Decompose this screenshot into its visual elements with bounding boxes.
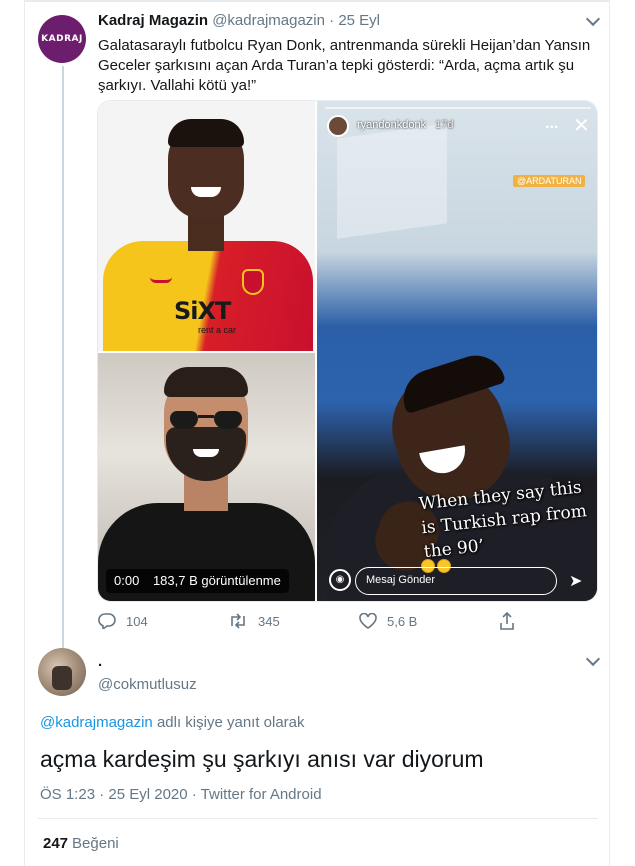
reply-text: açma kardeşim şu şarkıyı anısı var diyor… (40, 746, 484, 772)
reply-author-handle[interactable]: @cokmutlusuz (98, 676, 197, 693)
story-username: ryandonkdonk 17d (357, 119, 454, 131)
hair-shape (168, 119, 244, 147)
share-button[interactable] (499, 611, 525, 631)
author-name[interactable]: Kadraj Magazin (98, 12, 208, 29)
reply-button[interactable]: 104 (98, 611, 148, 631)
tweet-header: Kadraj Magazin @kadrajmagazin · 25 Eyl (98, 12, 380, 29)
retweet-icon (231, 613, 245, 629)
story-message-field: Mesaj Gönder (355, 567, 557, 595)
sunglasses-right (214, 411, 242, 429)
reply-count: 104 (126, 613, 148, 629)
send-icon: ➤ (569, 573, 583, 590)
frame-top-border (24, 0, 610, 2)
like-count: 5,6 B (387, 613, 418, 629)
reply-likes[interactable]: 247 Beğeni (43, 835, 119, 852)
club-crest-logo (242, 269, 264, 295)
more-options-chevron-icon[interactable] (585, 11, 601, 27)
tweet-text: Galatasaraylı futbolcu Ryan Donk, antren… (98, 37, 591, 94)
story-ago: 17d (435, 119, 454, 131)
video-arda-portrait[interactable]: 0:00 183,7 B görüntülenme (98, 353, 315, 601)
reply-to-mention-link[interactable]: @kadrajmagazin (40, 714, 153, 731)
reply-avatar[interactable] (38, 648, 86, 696)
reply-to-suffix: adlı kişiye yanıt olarak (152, 714, 305, 731)
swoosh-logo (150, 277, 172, 283)
media-grid[interactable]: SiXT rent a car 0:00 183,7 B görüntülenm… (97, 100, 598, 602)
avatar-figure (52, 666, 72, 690)
photo-player-portrait[interactable]: SiXT rent a car (98, 101, 315, 351)
story-close-icon: ✕ (573, 115, 590, 137)
heart-icon (359, 613, 377, 629)
photo-instagram-story[interactable]: ryandonkdonk 17d ... ✕ @ARDATURAN When t… (317, 101, 597, 601)
divider (38, 818, 598, 819)
retweet-count: 345 (258, 613, 280, 629)
replying-to-line: @kadrajmagazin adlı kişiye yanıt olarak (40, 714, 305, 731)
reply-more-options-chevron-icon[interactable] (585, 651, 601, 667)
story-avatar (327, 115, 349, 137)
avatar-logo: KADRAJ (41, 33, 83, 44)
sunglasses-left (170, 411, 198, 429)
story-username-text: ryandonkdonk (357, 119, 427, 131)
story-mention-tag: @ARDATURAN (513, 175, 586, 187)
reply-author-name[interactable]: . (98, 653, 102, 670)
author-handle[interactable]: @kadrajmagazin (212, 12, 325, 29)
video-time: 0:00 (114, 573, 140, 588)
story-more-icon: ... (545, 115, 559, 132)
reply-timestamp[interactable]: ÖS 1:23 · 25 Eyl 2020 · Twitter for Andr… (40, 786, 322, 803)
sponsor-logo-sub: rent a car (198, 325, 237, 335)
smile-shape (193, 449, 219, 457)
tweet-date[interactable]: 25 Eyl (338, 12, 380, 29)
story-progress-bar (325, 107, 591, 109)
reply-like-count: 247 (43, 835, 69, 852)
avatar[interactable]: KADRAJ (38, 15, 86, 63)
sunglasses-bridge (198, 415, 214, 418)
video-views: 183,7 B görüntülenme (152, 573, 281, 588)
frame-right-border (609, 0, 610, 866)
share-icon (500, 612, 514, 630)
video-info-pill: 0:00 183,7 B görüntülenme (106, 569, 289, 593)
sponsor-logo: SiXT (174, 297, 231, 325)
reply-like-label: Beğeni (72, 835, 119, 852)
window-shape (337, 123, 447, 239)
thread-connector-line (62, 66, 64, 648)
reply-icon (98, 613, 116, 629)
camera-icon: ◉ (329, 569, 351, 591)
like-button[interactable]: 5,6 B (359, 611, 417, 631)
separator-dot: · (329, 12, 335, 29)
retweet-button[interactable]: 345 (228, 611, 280, 631)
frame-left-border (24, 0, 25, 866)
hair-shape (164, 367, 248, 397)
